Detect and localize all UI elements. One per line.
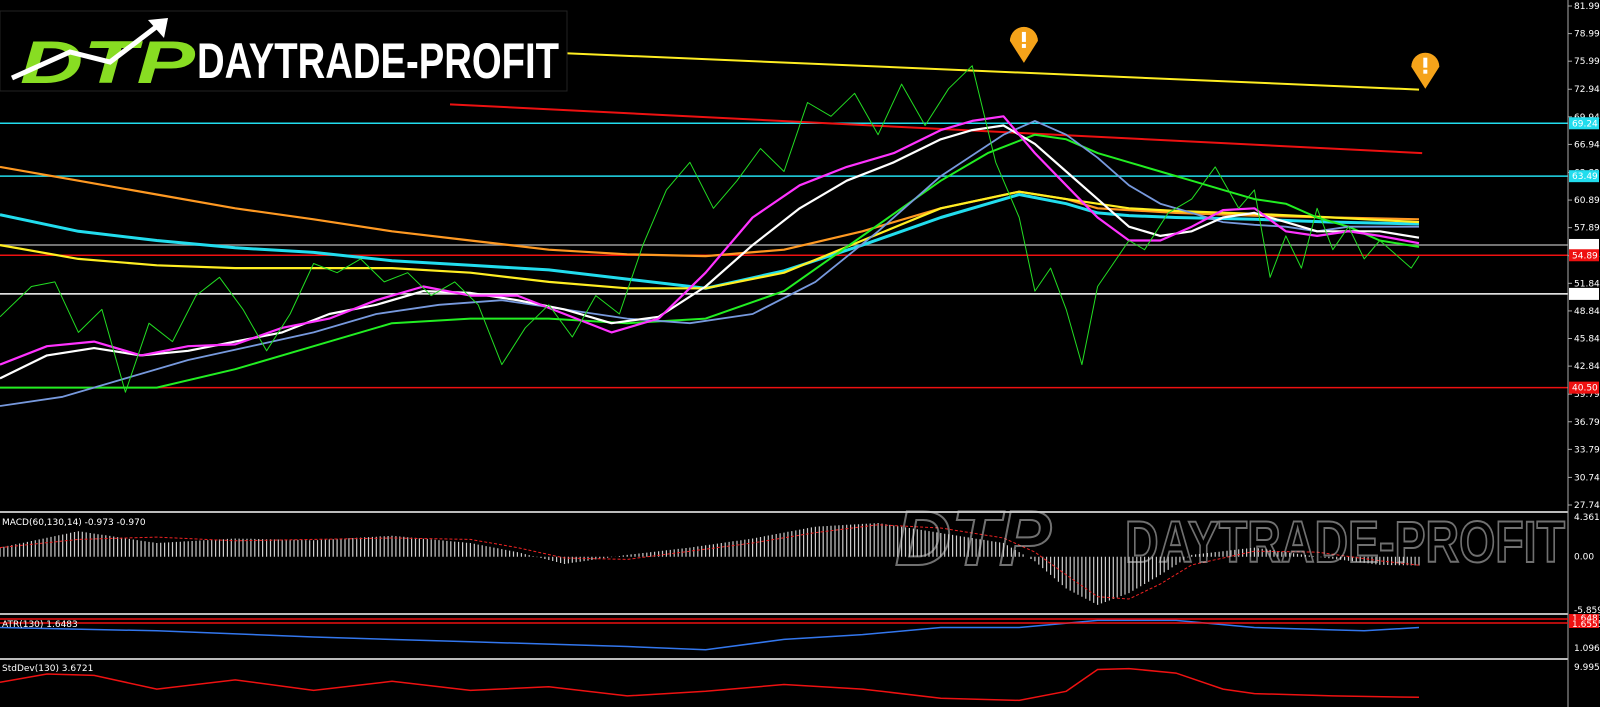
price-tick-label: 81.99 <box>1574 2 1600 12</box>
price-tick-label: 33.79 <box>1574 445 1600 455</box>
price-tag-label: 40.50 <box>1572 384 1598 394</box>
watermark-mark: DTP <box>895 494 1052 582</box>
price-tick-label: 27.74 <box>1574 501 1600 511</box>
price-tag-label: 63.49 <box>1572 172 1598 182</box>
stddev-tick-label: 9.9955 <box>1574 663 1600 673</box>
price-tick-label: 48.84 <box>1574 307 1600 317</box>
macd-tick-label: 0.00 <box>1574 553 1594 563</box>
price-chart[interactable]: 4.3610.00-5.859 1.64831.65551.0961 9.995… <box>0 0 1600 707</box>
price-tick-label: 78.99 <box>1574 30 1600 40</box>
price-tick-label: 57.89 <box>1574 224 1600 234</box>
atr-tag-label: 1.6555 <box>1572 620 1600 630</box>
alert-bang-1 <box>1423 57 1428 68</box>
atr-tick-label: 1.0961 <box>1574 644 1600 654</box>
price-tick-label: 45.84 <box>1574 335 1600 345</box>
price-tick-label: 51.84 <box>1574 279 1600 289</box>
price-tag-label: 50.69 <box>1572 290 1598 300</box>
logo-name: DAYTRADE-PROFIT <box>197 33 559 89</box>
price-tick-label: 72.94 <box>1574 85 1600 95</box>
price-tick-label: 30.74 <box>1574 473 1600 483</box>
price-tag-label: 54.89 <box>1572 251 1598 261</box>
price-tag-label: 69.24 <box>1572 119 1598 129</box>
brand-logo: DTP DAYTRADE-PROFIT <box>0 10 568 96</box>
price-tick-label: 66.94 <box>1574 140 1600 150</box>
alert-bang-0 <box>1021 31 1026 42</box>
watermark-name: DAYTRADE-PROFIT <box>1125 510 1565 575</box>
stddev-label: StdDev(130) 3.6721 <box>2 664 93 674</box>
macd-tick-label: 4.361 <box>1574 513 1600 523</box>
chart-background <box>0 0 1600 707</box>
price-tick-label: 36.79 <box>1574 418 1600 428</box>
alert-dot-0 <box>1021 43 1026 48</box>
price-tick-label: 75.99 <box>1574 57 1600 67</box>
macd-label: MACD(60,130,14) -0.973 -0.970 <box>2 518 146 528</box>
alert-dot-1 <box>1423 69 1428 74</box>
price-tick-label: 42.84 <box>1574 362 1600 372</box>
atr-label: ATR(130) 1.6483 <box>2 620 78 630</box>
price-tick-label: 60.89 <box>1574 196 1600 206</box>
